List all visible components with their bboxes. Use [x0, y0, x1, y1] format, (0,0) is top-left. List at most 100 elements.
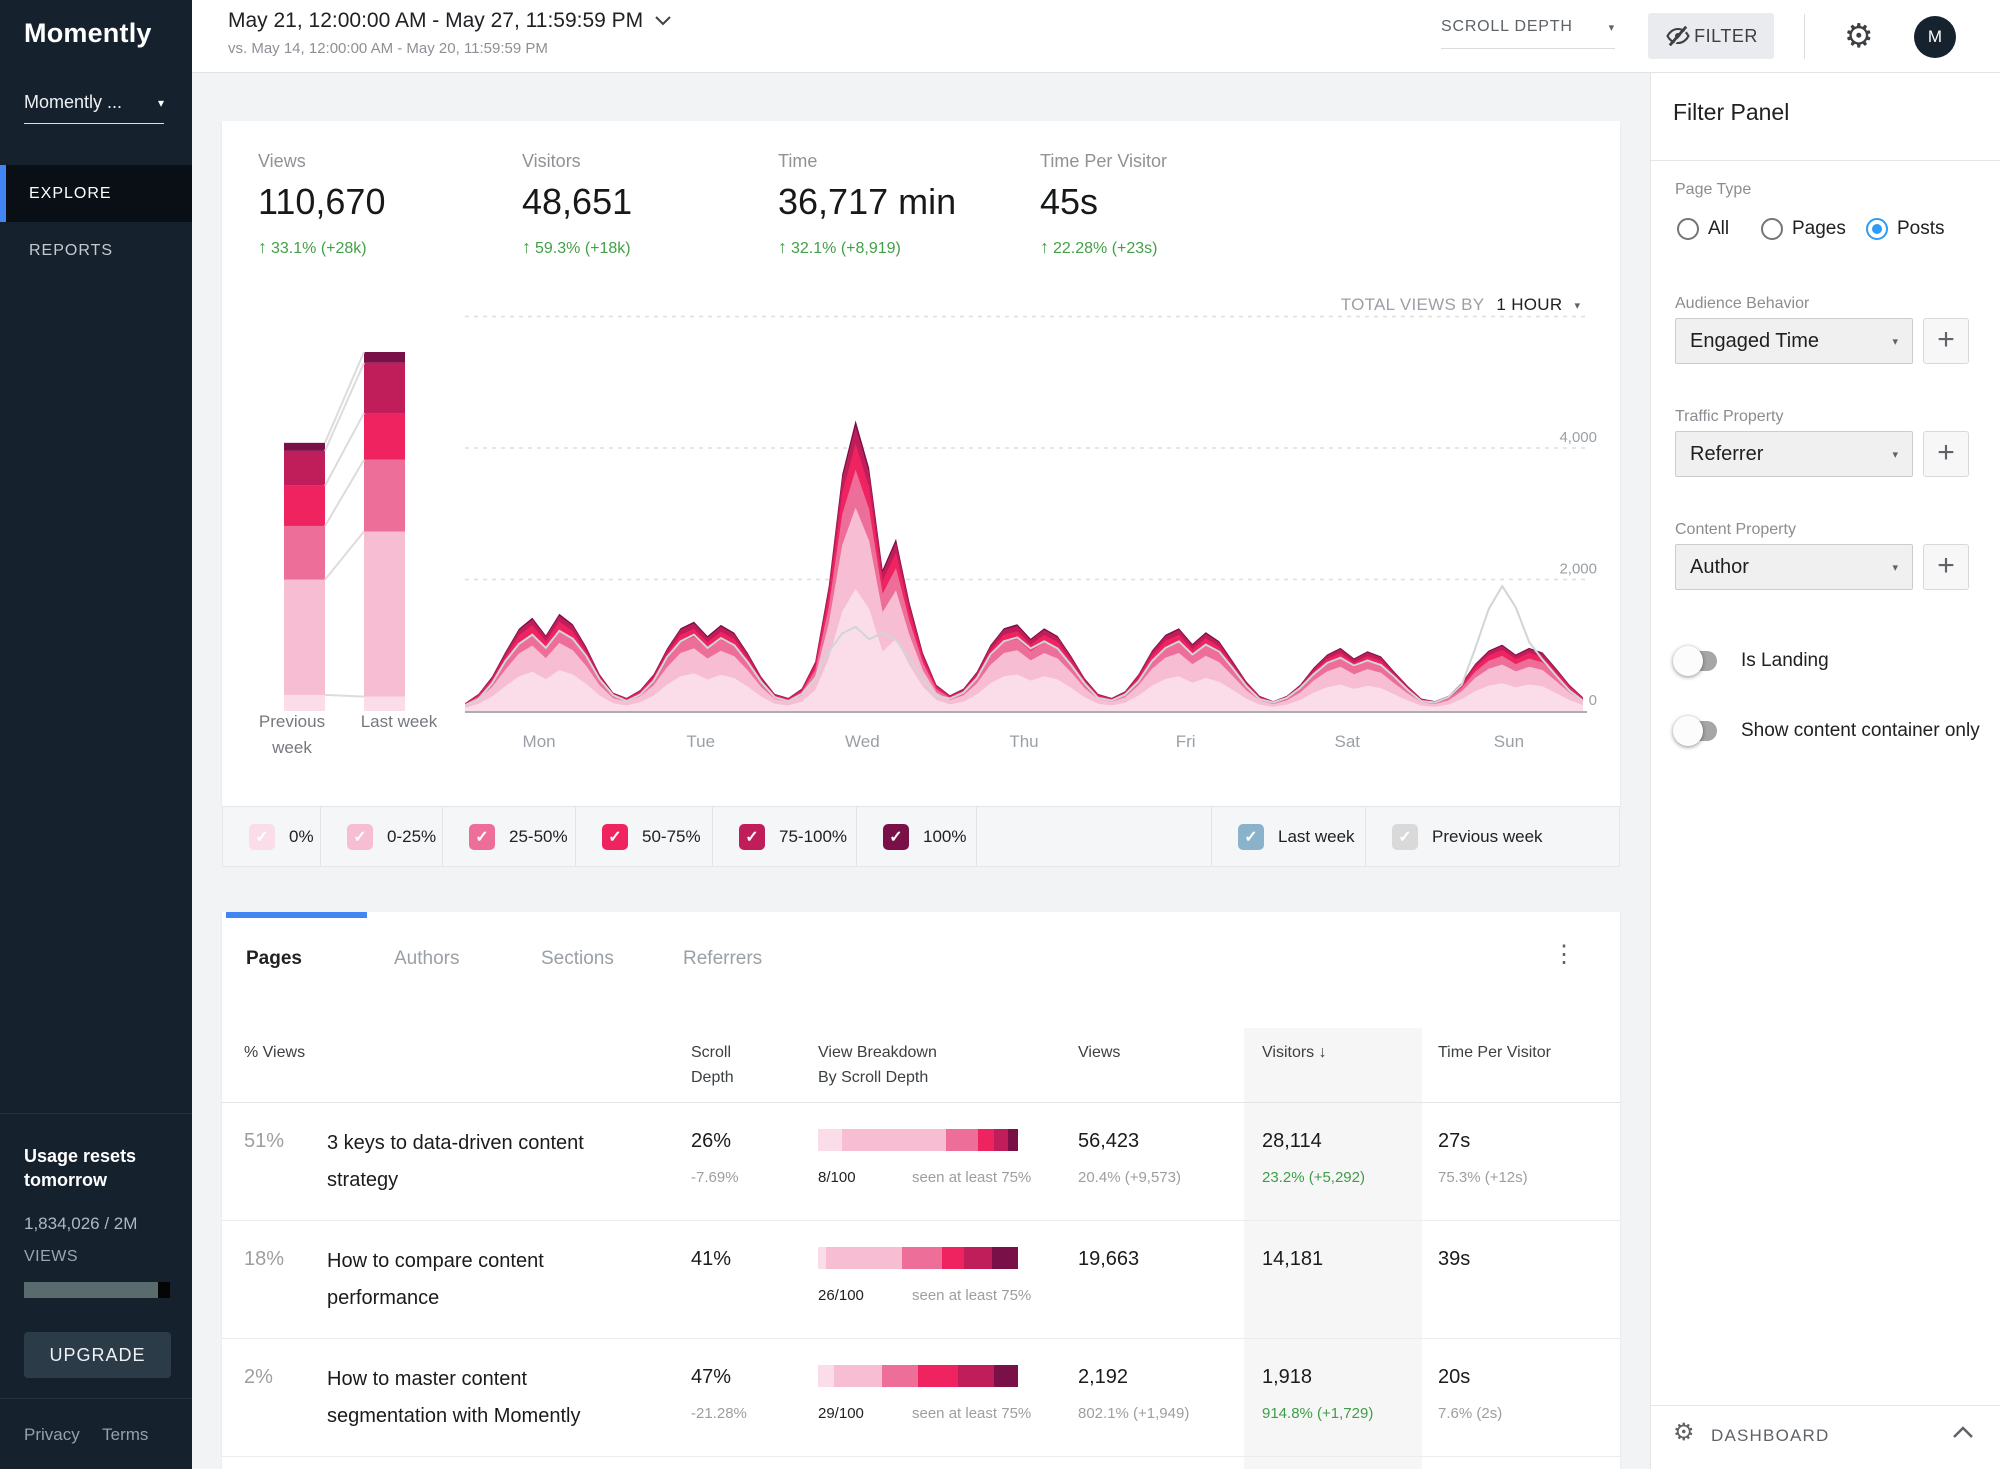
content-property-select[interactable]: Author▾ [1675, 544, 1913, 590]
cell-visitors: 28,114 [1262, 1130, 1322, 1153]
header-scroll-depth[interactable]: Scroll Depth [691, 1040, 734, 1090]
header-pct-views[interactable]: % Views [244, 1040, 305, 1065]
header-time-per-visitor[interactable]: Time Per Visitor [1438, 1040, 1551, 1065]
tab-sections[interactable]: Sections [541, 948, 614, 970]
table-row[interactable]: 51%3 keys to data-driven content strateg… [222, 1103, 1620, 1221]
checkbox-checked-icon[interactable]: ✓ [469, 824, 495, 850]
filter-toggle-button[interactable]: FILTER [1648, 13, 1774, 59]
breakdown-segment [842, 1129, 946, 1151]
breakdown-segment [818, 1247, 826, 1269]
chevron-down-icon: ▾ [158, 96, 164, 110]
table-row[interactable]: 2%How to master content segmentation wit… [222, 1339, 1620, 1457]
sidebar-item-explore[interactable]: EXPLORE [0, 165, 192, 222]
toggle-off-icon[interactable] [1677, 721, 1717, 741]
legend-band-25-50pct[interactable]: ✓25-50% [443, 807, 576, 866]
chevron-down-icon: ▾ [1892, 448, 1898, 461]
header-visitors[interactable]: Visitors ↓ [1262, 1040, 1327, 1065]
breakdown-segment [942, 1247, 964, 1269]
stat-visitors: Visitors48,651↑59.3% (+18k) [522, 121, 632, 258]
workspace-label: Momently ... [24, 92, 122, 113]
topbar: May 21, 12:00:00 AM - May 27, 11:59:59 P… [192, 0, 2000, 73]
checkbox-checked-icon[interactable]: ✓ [1392, 824, 1418, 850]
upgrade-button[interactable]: UPGRADE [24, 1332, 171, 1378]
toggle-show-content-container-only[interactable]: Show content container only [1677, 720, 1980, 742]
radio-label: Pages [1792, 218, 1846, 240]
breakdown-segment [826, 1247, 902, 1269]
audience-behavior-select[interactable]: Engaged Time▾ [1675, 318, 1913, 364]
brand-logo: Momently [24, 18, 152, 49]
usage-progress-bar [24, 1282, 170, 1298]
legend-band-0-25pct[interactable]: ✓ 0-25% [321, 807, 443, 866]
cell-scroll-depth: 26% [691, 1130, 731, 1153]
stat-value: 48,651 [522, 181, 632, 223]
legend-band-75-100pct[interactable]: ✓75-100% [713, 807, 857, 866]
sidebar-item-reports[interactable]: REPORTS [0, 222, 192, 279]
chart-legend: ✓0%✓0-25%✓25-50%✓50-75%✓75-100%✓100%✓Las… [222, 806, 1620, 867]
checkbox-checked-icon[interactable]: ✓ [883, 824, 909, 850]
checkbox-checked-icon[interactable]: ✓ [347, 824, 373, 850]
usage-progress-fill [24, 1282, 158, 1298]
checkbox-checked-icon[interactable]: ✓ [739, 824, 765, 850]
audience-behavior-add-button[interactable]: + [1923, 318, 1969, 364]
stat-label: Time Per Visitor [1040, 151, 1167, 172]
legend-last-week[interactable]: ✓ Last week [1212, 807, 1366, 866]
breakdown-segment [818, 1365, 834, 1387]
header-views[interactable]: Views [1078, 1040, 1120, 1065]
legend-band-0pct[interactable]: ✓0% [223, 807, 321, 866]
radio-posts[interactable]: Posts [1866, 218, 1945, 240]
weekly-comparison-bars [270, 340, 425, 720]
cell-breakdown-note: seen at least 75% [912, 1405, 1031, 1422]
usage-panel: Usage resets tomorrow 1,834,026 / 2M VIE… [0, 1113, 192, 1378]
cell-visitors: 14,181 [1262, 1248, 1323, 1271]
workspace-selector[interactable]: Momently ... ▾ [24, 92, 164, 124]
settings-gear-icon[interactable]: ⚙ [1844, 13, 1874, 59]
dashboard-gear-icon[interactable]: ⚙ [1673, 1418, 1695, 1447]
cell-page-title[interactable]: How to master content segmentation with … [327, 1361, 639, 1435]
sidebar-nav: EXPLOREREPORTS [0, 165, 192, 279]
checkbox-checked-icon[interactable]: ✓ [602, 824, 628, 850]
cell-views-change: 20.4% (+9,573) [1078, 1169, 1181, 1186]
terms-link[interactable]: Terms [102, 1425, 148, 1444]
date-range-selector[interactable]: May 21, 12:00:00 AM - May 27, 11:59:59 P… [228, 9, 671, 57]
legend-band-50-75pct[interactable]: ✓50-75% [576, 807, 713, 866]
overlay-metric-dropdown[interactable]: SCROLL DEPTH ▾ [1441, 18, 1615, 49]
user-avatar[interactable]: M [1914, 16, 1956, 58]
breakdown-segment [992, 1247, 1018, 1269]
up-arrow-icon: ↑ [1040, 237, 1049, 257]
toggle-is-landing[interactable]: Is Landing [1677, 650, 1829, 672]
sidebar-footer: Privacy Terms [0, 1398, 192, 1469]
table-menu-kebab-icon[interactable]: ⋮ [1552, 940, 1576, 969]
usage-count: 1,834,026 / 2M [24, 1214, 168, 1234]
tab-pages[interactable]: Pages [246, 948, 302, 970]
stat-label: Visitors [522, 151, 632, 172]
traffic-property-select[interactable]: Referrer▾ [1675, 431, 1913, 477]
traffic-property-add-button[interactable]: + [1923, 431, 1969, 477]
cell-breakdown-ratio: 8/100 [818, 1169, 856, 1186]
radio-pages[interactable]: Pages [1761, 218, 1846, 240]
cell-page-title[interactable]: How to compare content performance [327, 1243, 639, 1317]
checkbox-checked-icon[interactable]: ✓ [249, 824, 275, 850]
privacy-link[interactable]: Privacy [24, 1425, 80, 1444]
cell-page-title[interactable]: 3 keys to data-driven content strategy [327, 1125, 639, 1199]
page-type-label: Page Type [1675, 181, 1751, 199]
cell-scroll-change: -21.28% [691, 1405, 747, 1422]
radio-all[interactable]: All [1677, 218, 1729, 240]
legend-week-label: Previous week [1432, 827, 1543, 847]
sidebar: Momently Momently ... ▾ EXPLOREREPORTS U… [0, 0, 192, 1469]
svg-text:4,000: 4,000 [1559, 429, 1597, 446]
cell-breakdown-ratio: 29/100 [818, 1405, 864, 1422]
tab-referrers[interactable]: Referrers [683, 948, 762, 970]
checkbox-checked-icon[interactable]: ✓ [1238, 824, 1264, 850]
legend-week-label: Last week [1278, 827, 1355, 847]
legend-previous-week[interactable]: ✓ Previous week [1366, 807, 1619, 866]
toggle-off-icon[interactable] [1677, 651, 1717, 671]
table-row[interactable]: 18%How to compare content performance41%… [222, 1221, 1620, 1339]
audience-behavior-label: Audience Behavior [1675, 295, 1809, 313]
legend-band-100pct[interactable]: ✓100% [857, 807, 977, 866]
legend-band-label: 0-25% [387, 827, 436, 847]
chevron-up-icon[interactable] [1952, 1426, 1974, 1439]
cell-scroll-change: -7.69% [691, 1169, 739, 1186]
tab-authors[interactable]: Authors [394, 948, 459, 970]
content-property-add-button[interactable]: + [1923, 544, 1969, 590]
dashboard-label[interactable]: DASHBOARD [1711, 1426, 1830, 1446]
